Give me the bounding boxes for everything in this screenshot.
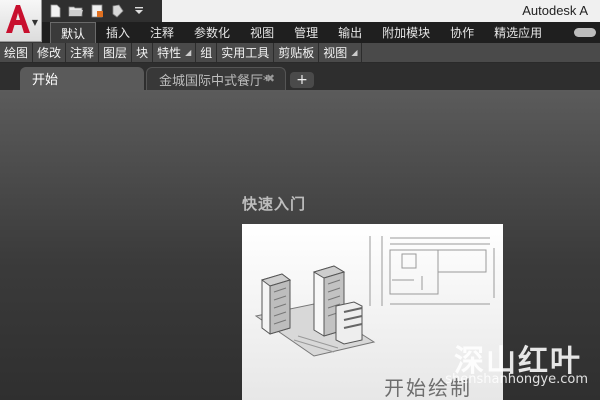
ribbon-tab-insert[interactable]: 插入 <box>96 22 140 43</box>
section-title: 快速入门 <box>242 195 307 213</box>
panel-label: 修改 <box>37 46 62 60</box>
panel-label: 绘图 <box>4 46 29 60</box>
ribbon-tab-view[interactable]: 视图 <box>240 22 284 43</box>
panel-expander-icon[interactable]: ◢ <box>185 48 191 57</box>
tab-label: 金城国际中式餐厅* <box>159 73 270 89</box>
title-bar: Autodesk A <box>0 0 600 22</box>
panel-label: 图层 <box>103 46 128 60</box>
save-icon[interactable] <box>88 2 106 20</box>
ribbon-tabs: 默认 插入 注释 参数化 视图 管理 输出 附加模块 协作 精选应用 <box>42 22 600 43</box>
ribbon-minimize-toggle[interactable] <box>570 22 600 43</box>
new-tab-button[interactable]: + <box>290 72 314 88</box>
tab-drawing-file[interactable]: 金城国际中式餐厅* ✖ <box>146 67 286 90</box>
quick-access-toolbar <box>42 0 162 22</box>
panel-layers[interactable]: 图层 <box>99 43 133 62</box>
ribbon-spacer <box>552 22 570 43</box>
ribbon-tab-addins[interactable]: 附加模块 <box>372 22 440 43</box>
document-tabs: 开始 金城国际中式餐厅* ✖ + <box>0 63 600 90</box>
panel-expander-icon[interactable]: ◢ <box>351 48 357 57</box>
panel-utilities[interactable]: 实用工具 <box>217 43 275 62</box>
panel-label: 视图 <box>323 46 348 60</box>
ribbon-tab-annotate[interactable]: 注释 <box>140 22 184 43</box>
watermark: 深山红叶 shenshanhongye.com <box>432 336 592 394</box>
new-icon[interactable] <box>46 2 64 20</box>
panel-properties[interactable]: 特性 ◢ <box>153 43 197 62</box>
app-title: Autodesk A <box>522 3 588 18</box>
panel-label: 剪贴板 <box>278 46 315 60</box>
chevron-down-icon: ▼ <box>31 18 38 27</box>
panel-label: 特性 <box>157 46 182 60</box>
close-icon[interactable]: ✖ <box>266 72 275 85</box>
panel-label: 组 <box>200 46 213 60</box>
toggle-pill-icon <box>574 28 596 37</box>
application-menu-button[interactable]: ▼ <box>0 0 42 42</box>
panel-clipboard[interactable]: 剪贴板 <box>274 43 320 62</box>
autocad-logo-icon <box>4 3 32 38</box>
panel-label: 块 <box>136 46 149 60</box>
panel-groups[interactable]: 组 <box>196 43 218 62</box>
panel-modify[interactable]: 修改 <box>33 43 67 62</box>
ribbon-tab-parametric[interactable]: 参数化 <box>184 22 240 43</box>
ribbon-tab-default[interactable]: 默认 <box>50 22 97 43</box>
ribbon-tab-featured-apps[interactable]: 精选应用 <box>484 22 552 43</box>
panel-annotation[interactable]: 注释 <box>66 43 100 62</box>
panel-block[interactable]: 块 <box>132 43 154 62</box>
open-icon[interactable] <box>67 2 85 20</box>
print-icon[interactable] <box>109 2 127 20</box>
ribbon-panels: 绘图 修改 注释 图层 块 特性 ◢ 组 实用工具 剪贴板 视图 ◢ <box>0 43 600 63</box>
tab-label: 开始 <box>32 73 59 88</box>
ribbon-tab-manage[interactable]: 管理 <box>284 22 328 43</box>
panel-draw[interactable]: 绘图 <box>0 43 34 62</box>
panel-view[interactable]: 视图 ◢ <box>319 43 363 62</box>
ribbon-tab-output[interactable]: 输出 <box>328 22 372 43</box>
tab-start[interactable]: 开始 <box>20 67 144 90</box>
panel-label: 实用工具 <box>221 46 270 60</box>
panel-label: 注释 <box>70 46 95 60</box>
ribbon-tab-collaborate[interactable]: 协作 <box>440 22 484 43</box>
watermark-url: shenshanhongye.com <box>445 372 588 387</box>
dropdown-icon[interactable] <box>130 2 148 20</box>
